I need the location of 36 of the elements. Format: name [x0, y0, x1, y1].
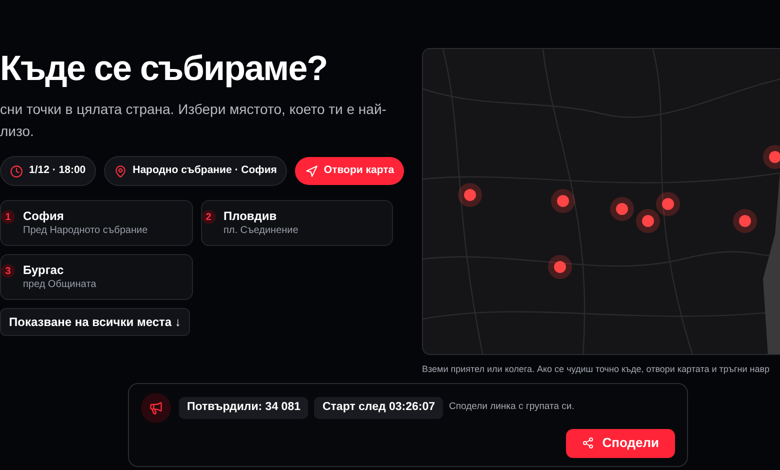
location-city: Пловдив	[224, 209, 278, 224]
clock-icon	[10, 164, 23, 178]
show-all-button[interactable]: Показване на всички места ↓	[0, 308, 190, 336]
share-icon	[582, 437, 594, 449]
map-pin[interactable]	[656, 192, 680, 216]
countdown-timer: Старт след 03:26:07	[314, 396, 443, 418]
map-pin[interactable]	[548, 255, 572, 279]
location-number: 3	[1, 264, 15, 278]
location-spot: пл. Съединение	[224, 224, 298, 238]
location-number: 1	[1, 210, 15, 224]
map-pin[interactable]	[551, 189, 575, 213]
location-card[interactable]: 1 София Пред Народното събрание	[0, 200, 192, 246]
location-city: София	[23, 209, 65, 224]
confirmed-count: Потвърдили: 34 081	[179, 396, 308, 418]
megaphone-icon	[149, 400, 163, 414]
map-pin[interactable]	[733, 209, 757, 233]
intro-text: сни точки в цялата страна. Избери мястото, което ти е най-лизо.	[0, 100, 388, 141]
open-map-button[interactable]: Отвори карта	[294, 157, 404, 185]
location-number: 2	[202, 210, 216, 224]
location-spot: Пред Народното събрание	[23, 224, 148, 238]
map-pin[interactable]	[458, 183, 482, 207]
location-city: Бургас	[23, 263, 65, 278]
map-caption: Вземи приятел или колега. Ако се чудиш точно къде, отвори картата и тръгни навр	[422, 363, 771, 376]
share-button[interactable]: Сподели	[566, 428, 675, 458]
location-card[interactable]: 2 Пловдив пл. Съединение	[200, 200, 393, 246]
navigation-icon	[304, 164, 318, 178]
info-chip: 1/12 · 18:00	[0, 156, 96, 186]
map-pin-icon	[114, 164, 127, 178]
location-card[interactable]: 3 Бургас пред Общината	[0, 254, 192, 300]
location-spot: пред Общината	[23, 278, 96, 292]
page-heading: Къде се събираме?	[0, 48, 328, 90]
map-pin[interactable]	[636, 209, 660, 233]
share-hint: Сподели линка с групата си.	[449, 400, 574, 414]
map-pin[interactable]	[610, 197, 634, 221]
info-chip: Народно събрание · София	[104, 156, 287, 186]
map-pin[interactable]	[763, 145, 780, 169]
